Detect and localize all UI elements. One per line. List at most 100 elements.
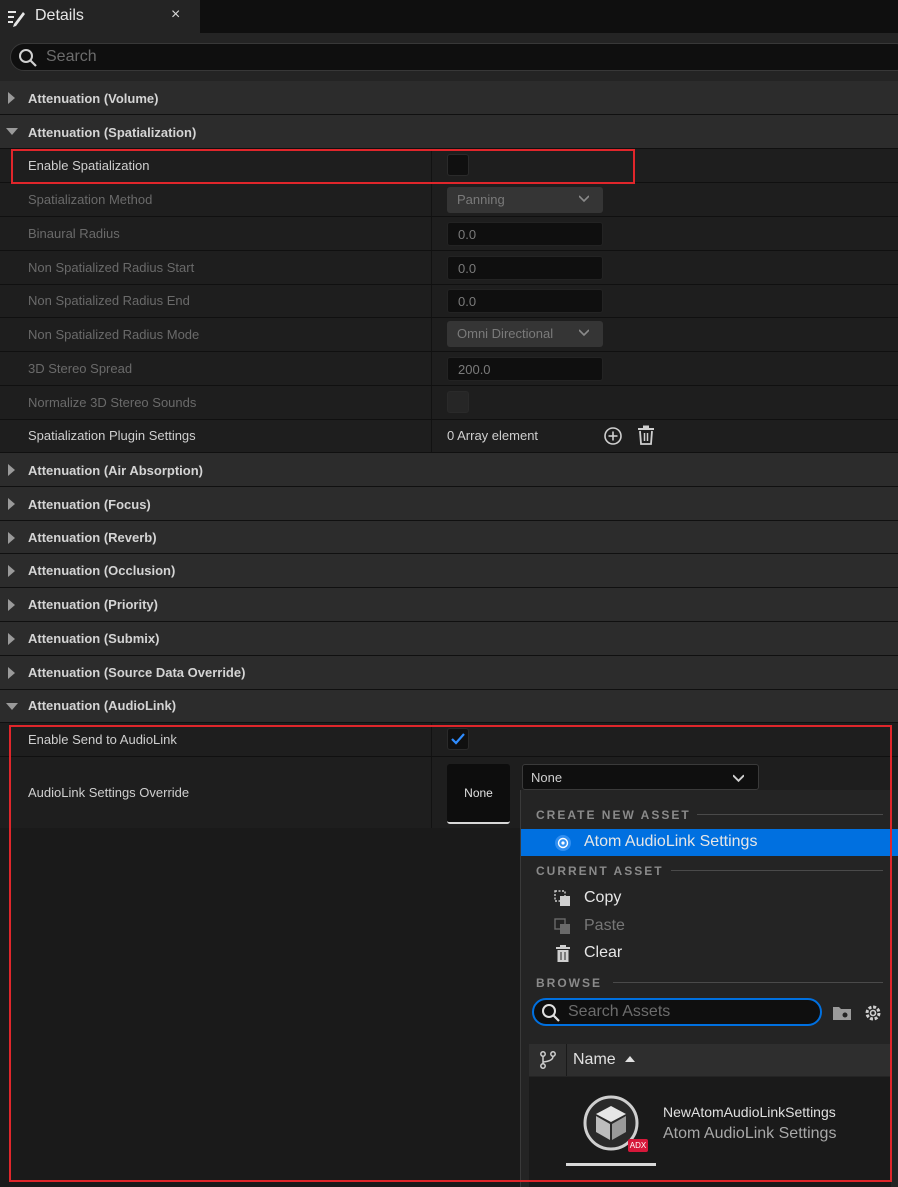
nonspat-mode-dropdown[interactable]: Omni Directional <box>447 321 603 347</box>
column-divider <box>431 217 432 250</box>
menu-item-copy[interactable]: Copy <box>521 885 898 912</box>
expand-arrow-icon <box>8 599 15 611</box>
category-air-absorption[interactable]: Attenuation (Air Absorption) <box>0 453 898 487</box>
prop-nonspat-end: Non Spatialized Radius End 0.0 <box>0 285 898 318</box>
expand-arrow-icon <box>8 565 15 577</box>
details-pencil-icon <box>8 11 25 27</box>
category-reverb[interactable]: Attenuation (Reverb) <box>0 521 898 554</box>
prop-label: Enable Send to AudioLink <box>28 732 177 747</box>
category-audiolink[interactable]: Attenuation (AudioLink) <box>0 690 898 723</box>
spatialization-method-dropdown[interactable]: Panning <box>447 187 603 213</box>
thumbnail-label: None <box>464 786 493 800</box>
asset-thumbnail-tile[interactable]: ADX <box>566 1077 656 1169</box>
asset-type: Atom AudioLink Settings <box>663 1125 837 1142</box>
column-divider <box>431 183 432 216</box>
prop-label: AudioLink Settings Override <box>28 785 190 800</box>
category-source-data-override[interactable]: Attenuation (Source Data Override) <box>0 656 898 690</box>
section-header-create: CREATE NEW ASSET <box>536 808 691 822</box>
search-placeholder: Search Assets <box>568 1003 671 1020</box>
binaural-radius-field[interactable]: 0.0 <box>447 222 603 246</box>
category-label: Attenuation (Occlusion) <box>28 563 176 578</box>
expand-arrow-icon <box>8 92 15 104</box>
prop-plugin-settings: Spatialization Plugin Settings 0 Array e… <box>0 420 898 453</box>
menu-item-label: Paste <box>584 917 625 934</box>
chevron-down-icon <box>733 774 744 783</box>
paste-icon <box>554 918 570 934</box>
prop-label: Non Spatialized Radius Start <box>28 260 195 275</box>
prop-spatialization-method: Spatialization Method Panning <box>0 183 898 217</box>
copy-icon <box>554 890 570 906</box>
expand-arrow-icon <box>8 532 15 544</box>
nonspat-start-field[interactable]: 0.0 <box>447 256 603 280</box>
category-focus[interactable]: Attenuation (Focus) <box>0 487 898 521</box>
search-input[interactable]: Search <box>10 43 898 71</box>
category-label: Attenuation (Focus) <box>28 497 151 512</box>
prop-enable-spatialization: Enable Spatialization <box>0 149 898 183</box>
collapse-arrow-icon <box>6 703 18 710</box>
field-value: 200.0 <box>458 362 491 377</box>
field-value: 0.0 <box>458 261 477 276</box>
category-priority[interactable]: Attenuation (Priority) <box>0 588 898 622</box>
column-divider <box>431 251 432 284</box>
asset-picker-combo[interactable]: None <box>522 764 759 790</box>
asset-search-input[interactable]: Search Assets <box>532 998 822 1026</box>
trash-icon[interactable] <box>637 425 655 445</box>
column-divider <box>431 386 432 419</box>
tab-title: Details <box>35 7 84 24</box>
array-count: 0 Array element <box>447 428 539 443</box>
tab-details[interactable]: Details × <box>0 0 200 33</box>
column-name-header[interactable]: Name <box>573 1051 616 1069</box>
menu-item-clear[interactable]: Clear <box>521 940 898 967</box>
column-divider <box>431 757 432 828</box>
menu-item-label: Clear <box>584 944 623 961</box>
sort-ascending-icon <box>625 1056 635 1062</box>
category-submix[interactable]: Attenuation (Submix) <box>0 622 898 656</box>
category-label: Attenuation (Volume) <box>28 91 159 106</box>
column-divider <box>431 352 432 385</box>
prop-label: Non Spatialized Radius Mode <box>28 327 200 342</box>
category-occlusion[interactable]: Attenuation (Occlusion) <box>0 554 898 588</box>
column-divider <box>431 149 432 182</box>
prop-label: Binaural Radius <box>28 226 120 241</box>
chevron-down-icon <box>579 329 589 337</box>
menu-item-label: Copy <box>584 889 622 906</box>
column-divider <box>431 285 432 317</box>
branch-icon <box>540 1051 556 1069</box>
section-divider <box>613 982 883 983</box>
section-header-current: CURRENT ASSET <box>536 864 664 878</box>
field-value: 0.0 <box>458 227 477 242</box>
prop-stereo-spread: 3D Stereo Spread 200.0 <box>0 352 898 386</box>
search-placeholder: Search <box>46 48 97 65</box>
section-divider <box>697 814 883 815</box>
folder-icon[interactable] <box>832 1004 852 1022</box>
column-divider <box>431 318 432 351</box>
dropdown-value: Omni Directional <box>457 326 554 341</box>
source-filter-button[interactable] <box>529 1044 567 1076</box>
menu-item-create-atom-audiolink[interactable]: Atom AudioLink Settings <box>521 829 898 856</box>
asset-thumbnail[interactable]: None <box>447 764 510 824</box>
enable-spatialization-checkbox[interactable] <box>447 154 469 176</box>
search-icon <box>542 1004 560 1022</box>
category-label: Attenuation (Spatialization) <box>28 125 197 140</box>
asset-name[interactable]: NewAtomAudioLinkSettings <box>663 1104 836 1120</box>
category-spatialization[interactable]: Attenuation (Spatialization) <box>0 115 898 149</box>
dropdown-value: Panning <box>457 192 505 207</box>
nonspat-end-field[interactable]: 0.0 <box>447 289 603 313</box>
menu-item-paste[interactable]: Paste <box>521 913 898 940</box>
category-label: Attenuation (AudioLink) <box>28 698 177 713</box>
prop-label: Normalize 3D Stereo Sounds <box>28 395 197 410</box>
close-icon[interactable]: × <box>171 6 180 24</box>
normalize-stereo-checkbox[interactable] <box>447 391 469 413</box>
section-divider <box>671 870 883 871</box>
stereo-spread-field[interactable]: 200.0 <box>447 357 603 381</box>
gear-icon[interactable] <box>863 1003 883 1023</box>
menu-item-label: Atom AudioLink Settings <box>584 833 758 850</box>
prop-label: Spatialization Plugin Settings <box>28 428 196 443</box>
column-divider <box>431 420 432 452</box>
add-element-icon[interactable] <box>603 426 623 446</box>
category-volume[interactable]: Attenuation (Volume) <box>0 81 898 115</box>
enable-send-checkbox[interactable] <box>447 728 469 750</box>
search-icon <box>19 49 37 67</box>
prop-binaural-radius: Binaural Radius 0.0 <box>0 217 898 251</box>
expand-arrow-icon <box>8 667 15 679</box>
